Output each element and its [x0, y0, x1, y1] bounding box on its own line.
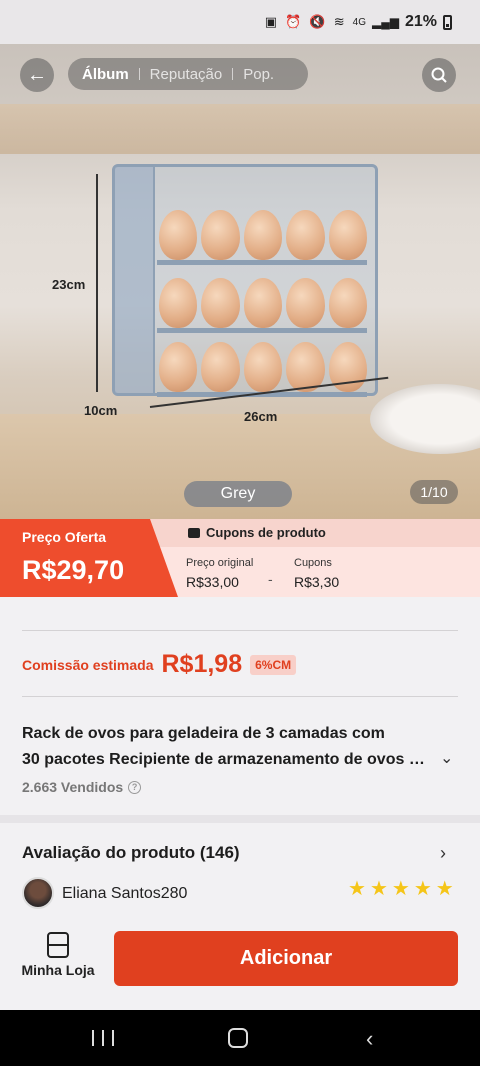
- price-separator: -: [268, 571, 273, 587]
- chevron-down-icon[interactable]: ⌄: [440, 748, 453, 768]
- tab-separator: [138, 68, 140, 80]
- width-dimension-label: 26cm: [244, 409, 278, 424]
- gallery-tabs: Álbum Reputação Pop.: [68, 58, 308, 90]
- tab-separator: [232, 68, 234, 80]
- section-separator: [0, 815, 480, 823]
- star-icon: ★: [413, 878, 432, 900]
- star-icon: ★: [391, 878, 410, 900]
- recents-icon[interactable]: [92, 1030, 114, 1046]
- offer-price-label: Preço Oferta: [22, 529, 107, 545]
- offer-price-block: Preço Oferta R$29,70: [0, 519, 178, 597]
- rack-row: [157, 203, 368, 265]
- price-band: Preço Oferta R$29,70 Cupons de produto P…: [0, 519, 480, 597]
- depth-dimension-label: 10cm: [84, 403, 118, 418]
- coupon-icon: [188, 527, 200, 538]
- background-shelf: [0, 104, 480, 154]
- product-image[interactable]: 23cm 10cm 26cm Grey 1/10: [0, 44, 480, 520]
- commission-value: R$1,98: [161, 650, 243, 678]
- signal-icon: ▂▄▆: [372, 15, 399, 29]
- star-icon: ★: [435, 878, 454, 900]
- product-title-line: Rack de ovos para geladeira de 3 camadas…: [22, 725, 385, 742]
- battery-icon: [443, 14, 452, 30]
- help-icon[interactable]: ?: [128, 780, 142, 794]
- tab-album[interactable]: Álbum: [82, 66, 129, 83]
- my-store-button[interactable]: Minha Loja: [14, 932, 102, 992]
- my-store-label: Minha Loja: [21, 962, 95, 978]
- rating-stars: ★ ★ ★ ★ ★: [348, 876, 454, 901]
- home-icon[interactable]: [228, 1028, 248, 1048]
- notification-icons: ▣ ⏰ 🔇 ≋: [264, 14, 347, 30]
- product-title-line: 30 pacotes Recipiente de armazenamento d…: [22, 751, 434, 768]
- commission-label: Comissão estimada: [22, 656, 154, 673]
- height-dimension-line: [96, 174, 98, 392]
- sold-count: 2.663 Vendidos ?: [22, 779, 142, 795]
- commission-badge: 6%CM: [250, 654, 297, 675]
- search-button[interactable]: [422, 58, 456, 92]
- avatar: [22, 877, 54, 909]
- system-nav-bar: ‹: [0, 1010, 480, 1066]
- status-bar: ▣ ⏰ 🔇 ≋ 4G ▂▄▆ 21%: [0, 0, 480, 44]
- arrow-left-icon: ←: [27, 63, 47, 86]
- tab-reputation[interactable]: Reputação: [150, 66, 223, 83]
- divider: [22, 696, 458, 697]
- reviews-title[interactable]: Avaliação do produto (146): [22, 843, 240, 863]
- network-type: 4G: [352, 16, 366, 28]
- chevron-right-icon[interactable]: ›: [440, 843, 446, 864]
- sold-count-text: 2.663 Vendidos: [22, 779, 124, 795]
- original-price-label: Preço original: [186, 557, 254, 569]
- coupons-value: R$3,30: [294, 574, 340, 590]
- rack-row: [157, 335, 368, 397]
- product-coupons-label: Cupons de produto: [206, 525, 326, 540]
- search-icon: [431, 67, 447, 83]
- add-button[interactable]: Adicionar: [114, 931, 458, 986]
- battery-level: 21%: [404, 13, 437, 30]
- tab-popular[interactable]: Pop.: [243, 66, 274, 83]
- egg-rack: [112, 164, 378, 397]
- coupons-label: Cupons: [294, 557, 332, 569]
- variant-chip[interactable]: Grey: [184, 481, 292, 507]
- rack-row: [157, 271, 368, 333]
- height-dimension-label: 23cm: [52, 277, 86, 292]
- back-icon[interactable]: ‹: [366, 1026, 373, 1052]
- product-coupons-header[interactable]: Cupons de produto: [188, 525, 326, 540]
- divider: [22, 630, 458, 631]
- star-icon: ★: [348, 878, 366, 900]
- offer-price-value: R$29,70: [22, 555, 125, 585]
- star-icon: ★: [369, 878, 388, 900]
- store-icon: [47, 932, 69, 958]
- original-price-value: R$33,00: [186, 574, 239, 590]
- product-title[interactable]: Rack de ovos para geladeira de 3 camadas…: [22, 721, 434, 773]
- back-button[interactable]: ←: [20, 58, 54, 92]
- reviewer-name: Eliana Santos280: [62, 885, 188, 902]
- commission-row: Comissão estimada R$1,98 6%CM: [22, 650, 297, 679]
- gallery-top-nav: ← Álbum Reputação Pop.: [0, 56, 480, 94]
- bottom-action-bar: Minha Loja Adicionar: [0, 918, 480, 1010]
- image-counter: 1/10: [410, 480, 458, 504]
